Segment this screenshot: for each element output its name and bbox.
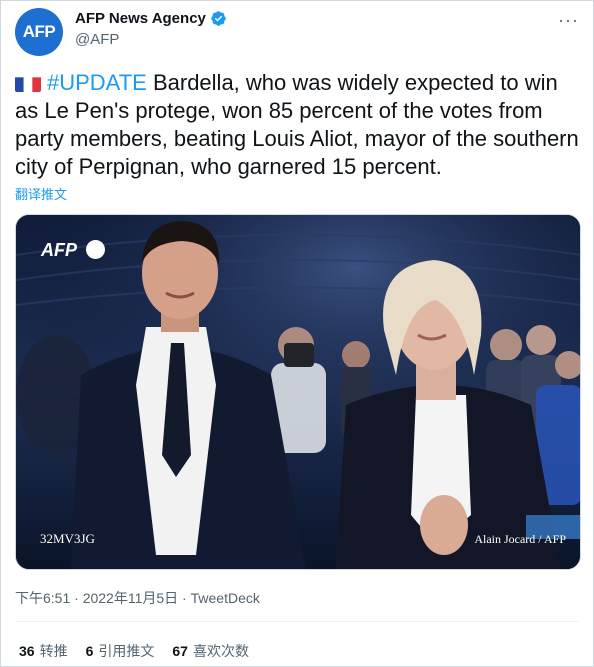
tweet-date[interactable]: 2022年11月5日 bbox=[83, 590, 178, 606]
likes-label: 喜欢次数 bbox=[192, 643, 249, 659]
meta-separator: · bbox=[70, 590, 83, 606]
afp-watermark: AFP bbox=[41, 240, 77, 260]
more-options-icon[interactable]: ··· bbox=[558, 10, 579, 31]
retweets-stat[interactable]: 36 转推 bbox=[19, 641, 68, 661]
photo-credit: Alain Jocard / AFP bbox=[474, 532, 566, 546]
quote-tweets-stat[interactable]: 6 引用推文 bbox=[86, 641, 155, 661]
divider bbox=[15, 621, 579, 622]
verified-badge-icon bbox=[211, 11, 226, 26]
france-flag-icon bbox=[15, 74, 41, 92]
account-handle[interactable]: @AFP bbox=[75, 31, 119, 48]
meta-separator: · bbox=[178, 590, 191, 606]
hashtag-link[interactable]: #UPDATE bbox=[47, 70, 147, 95]
tweet-text: #UPDATE Bardella, who was widely expecte… bbox=[15, 69, 581, 181]
photo-code: 32MV3JG bbox=[40, 531, 95, 546]
likes-count: 67 bbox=[172, 643, 188, 659]
photo-illustration bbox=[16, 215, 580, 569]
afp-watermark-dot bbox=[86, 240, 105, 259]
tweet-meta: 下午6:51 · 2022年11月5日 · TweetDeck bbox=[15, 588, 260, 608]
avatar[interactable]: AFP bbox=[15, 8, 63, 56]
translate-tweet-link[interactable]: 翻译推文 bbox=[15, 184, 67, 203]
tweet-photo[interactable]: AFP 32MV3JG Alain Jocard / AFP bbox=[15, 214, 581, 570]
quote-tweets-count: 6 bbox=[85, 643, 94, 659]
engagement-stats: 36 转推 6 引用推文 67 喜欢次数 bbox=[19, 641, 249, 661]
display-name[interactable]: AFP News Agency bbox=[75, 10, 206, 27]
quote-tweets-label: 引用推文 bbox=[98, 643, 155, 659]
likes-stat[interactable]: 67 喜欢次数 bbox=[172, 641, 249, 661]
avatar-logo-text: AFP bbox=[22, 22, 56, 41]
tweet-card: AFP AFP News Agency @AFP ··· #UPDATE Bar… bbox=[0, 0, 594, 667]
author-name-row[interactable]: AFP News Agency bbox=[75, 10, 227, 27]
tweet-time[interactable]: 下午6:51 bbox=[15, 590, 70, 606]
tweet-source[interactable]: TweetDeck bbox=[191, 590, 260, 606]
retweets-count: 36 bbox=[19, 643, 35, 659]
retweets-label: 转推 bbox=[39, 643, 68, 659]
